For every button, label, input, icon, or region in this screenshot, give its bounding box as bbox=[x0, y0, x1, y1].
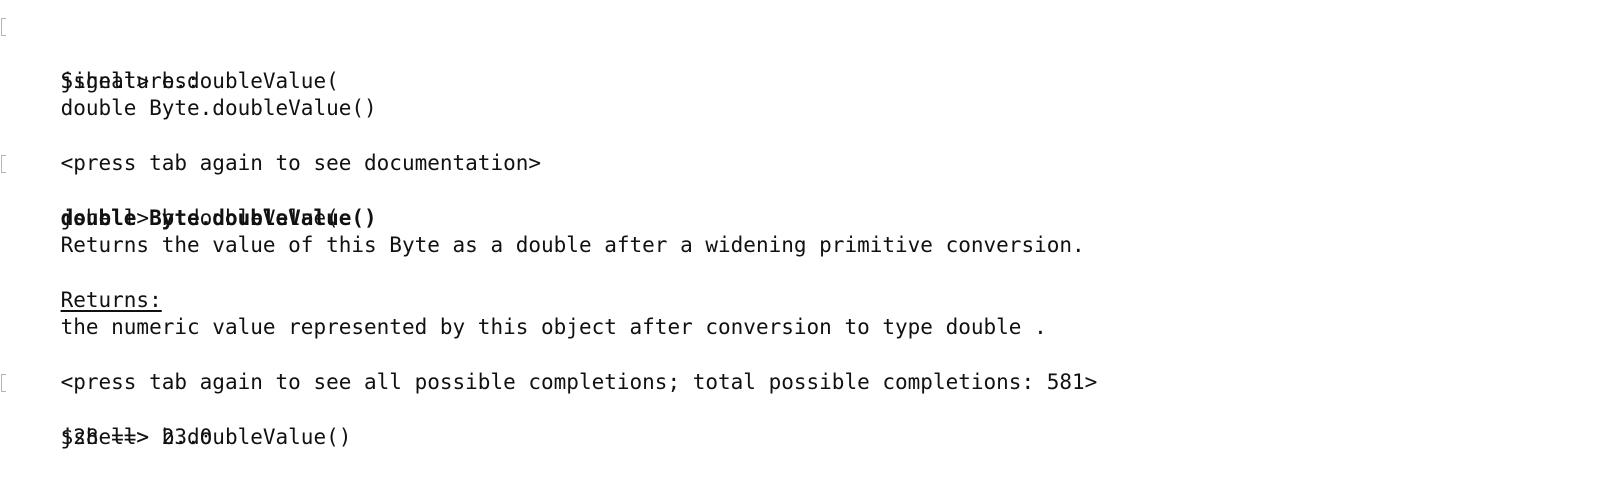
prompt-marker-icon bbox=[1, 154, 6, 173]
tab-hint-documentation: <press tab again to see documentation> bbox=[60, 150, 542, 175]
prompt-line[interactable]: jshell> b.doubleValue( bbox=[0, 150, 1604, 230]
tab-hint-completions: <press tab again to see all possible com… bbox=[60, 370, 1098, 395]
prompt-marker-icon bbox=[1, 374, 6, 393]
returns-description: the numeric value represented by this ob… bbox=[60, 315, 1047, 340]
returns-heading: Returns: bbox=[60, 287, 162, 312]
prompt-line[interactable]: jshell> b.doubleValue() bbox=[0, 369, 1604, 449]
prompt-line[interactable]: jshell> b.doubleValue( bbox=[0, 13, 1604, 93]
documentation-signature: double Byte.doubleValue() bbox=[60, 205, 377, 230]
result-line: $28 ==> 23.0 bbox=[60, 424, 213, 449]
signature-line: double Byte.doubleValue() bbox=[60, 96, 377, 121]
documentation-description: Returns the value of this Byte as a doub… bbox=[60, 233, 1085, 258]
prompt-marker-icon bbox=[1, 18, 6, 36]
signatures-heading: Signatures: bbox=[60, 68, 200, 93]
terminal-output[interactable]: jshell> b.doubleValue( Signatures: doubl… bbox=[0, 13, 1604, 462]
